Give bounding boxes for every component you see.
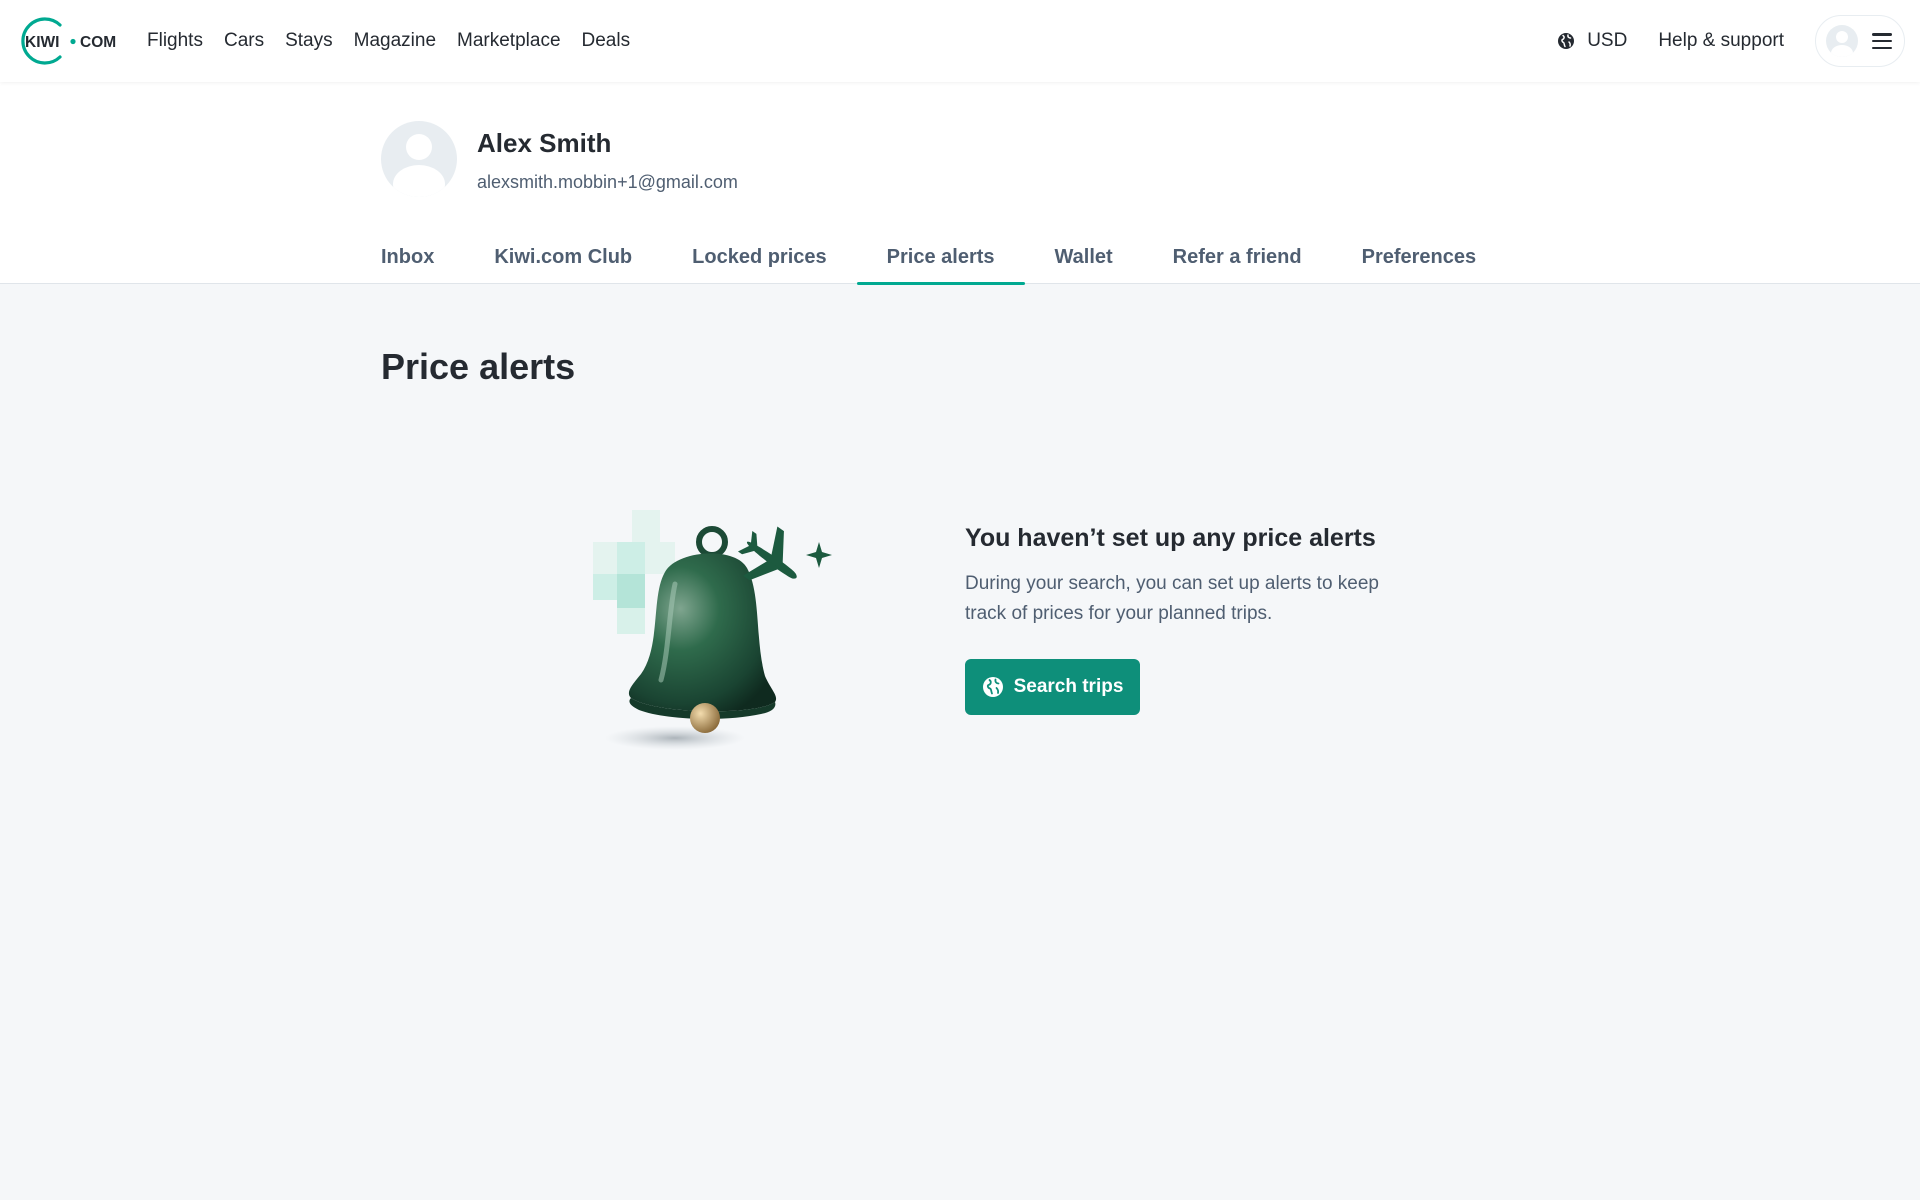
nav-cars[interactable]: Cars bbox=[224, 30, 264, 52]
search-trips-button[interactable]: Search trips bbox=[965, 659, 1140, 715]
profile-avatar bbox=[381, 121, 457, 197]
top-navigation: KIWI COM Flights Cars Stays Magazine Mar… bbox=[0, 0, 1920, 82]
currency-selector[interactable]: USD bbox=[1557, 30, 1627, 52]
tab-kiwi-club[interactable]: Kiwi.com Club bbox=[464, 246, 662, 284]
logo-text-com: COM bbox=[80, 34, 116, 51]
nav-stays[interactable]: Stays bbox=[285, 30, 333, 52]
tab-inbox[interactable]: Inbox bbox=[381, 246, 464, 284]
empty-state-title: You haven’t set up any price alerts bbox=[965, 524, 1376, 552]
help-support-link[interactable]: Help & support bbox=[1658, 30, 1784, 52]
bell-illustration bbox=[593, 510, 832, 750]
tab-locked-prices[interactable]: Locked prices bbox=[662, 246, 857, 284]
empty-state-description: During your search, you can set up alert… bbox=[965, 573, 1380, 624]
kiwi-logo[interactable]: KIWI COM bbox=[14, 15, 122, 67]
tab-wallet[interactable]: Wallet bbox=[1025, 246, 1143, 284]
avatar-icon bbox=[1826, 25, 1858, 57]
main-nav: Flights Cars Stays Magazine Marketplace … bbox=[147, 0, 651, 82]
tab-refer-friend[interactable]: Refer a friend bbox=[1143, 246, 1332, 284]
tab-preferences[interactable]: Preferences bbox=[1332, 246, 1507, 284]
nav-deals[interactable]: Deals bbox=[582, 30, 631, 52]
empty-state: You haven’t set up any price alerts Duri… bbox=[965, 524, 1445, 715]
user-email: alexsmith.mobbin+1@gmail.com bbox=[477, 172, 738, 192]
account-menu-button[interactable] bbox=[1815, 15, 1905, 67]
page-title: Price alerts bbox=[381, 346, 576, 387]
account-tabs: Inbox Kiwi.com Club Locked prices Price … bbox=[381, 246, 1507, 285]
globe-icon bbox=[1558, 33, 1575, 49]
tab-price-alerts[interactable]: Price alerts bbox=[856, 246, 1025, 285]
user-name: Alex Smith bbox=[477, 128, 612, 158]
sparkle-icon bbox=[806, 542, 832, 568]
nav-flights[interactable]: Flights bbox=[147, 30, 203, 52]
currency-label: USD bbox=[1587, 30, 1628, 51]
logo-text-kiwi: KIWI bbox=[25, 34, 59, 51]
search-trips-label: Search trips bbox=[1013, 676, 1124, 697]
globe-icon bbox=[982, 677, 1003, 697]
nav-magazine[interactable]: Magazine bbox=[354, 30, 436, 52]
profile-header: Alex Smith alexsmith.mobbin+1@gmail.com … bbox=[0, 82, 1920, 285]
nav-marketplace[interactable]: Marketplace bbox=[457, 30, 561, 52]
hamburger-icon bbox=[1872, 33, 1892, 49]
header-actions: USD Help & support bbox=[1557, 0, 1920, 82]
